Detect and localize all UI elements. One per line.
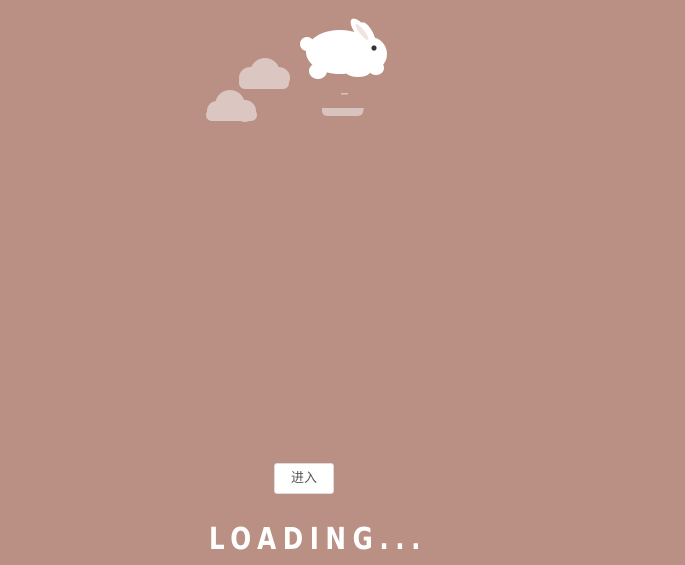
loading-text: LOADING...: [208, 522, 428, 557]
cloud-icon: [236, 56, 292, 90]
rabbit-icon: [298, 12, 390, 84]
enter-button[interactable]: 进入: [274, 463, 334, 494]
rabbit-shadow: [320, 91, 366, 117]
cloud-icon: [204, 88, 260, 122]
